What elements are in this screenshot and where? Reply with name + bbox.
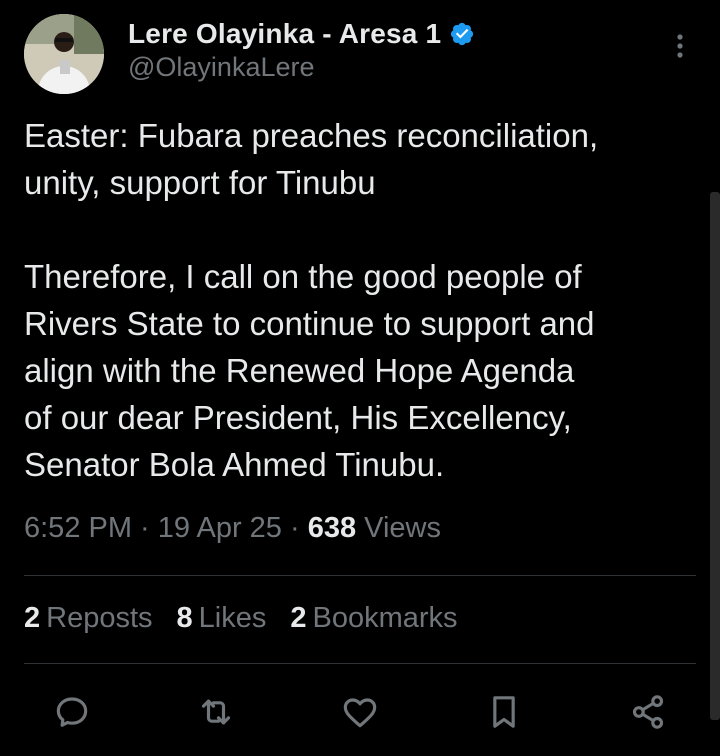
reposts-label: Reposts (46, 602, 153, 634)
bookmarks-count: 2 (290, 602, 307, 634)
meta-separator: · (281, 512, 308, 544)
engagement-stats: 2 Reposts 8 Likes 2 Bookmarks (24, 602, 458, 635)
views-count: 638 (307, 512, 357, 544)
author-handle[interactable]: @OlayinkaLere (128, 52, 315, 83)
meta-separator: · (132, 512, 158, 544)
tweet-paragraph-2: Therefore, I call on the good people of … (24, 258, 595, 483)
tweet-text: Easter: Fubara preaches reconciliation, … (24, 112, 696, 488)
likes-count: 8 (176, 602, 193, 634)
action-bar (0, 690, 720, 734)
verified-badge-icon (451, 22, 474, 46)
share-button[interactable] (626, 690, 670, 734)
views-label: Views (364, 512, 442, 544)
reposts-stat[interactable]: 2 Reposts (24, 602, 153, 635)
tweet-paragraph-1: Easter: Fubara preaches reconciliation, … (24, 117, 599, 201)
bookmarks-stat[interactable]: 2 Bookmarks (290, 602, 457, 635)
divider (24, 575, 696, 576)
bookmark-icon (493, 696, 515, 728)
avatar[interactable] (24, 14, 104, 94)
divider (24, 663, 696, 664)
tweet-time[interactable]: 6:52 PM (24, 512, 132, 544)
scrollbar[interactable] (710, 192, 720, 720)
reply-button[interactable] (50, 690, 94, 734)
author-name-row[interactable]: Lere Olayinka - Aresa 1 (128, 16, 475, 52)
author-display-name[interactable]: Lere Olayinka - Aresa 1 (128, 18, 441, 50)
share-icon (632, 695, 664, 729)
repost-button[interactable] (194, 690, 238, 734)
reply-icon (56, 697, 88, 727)
more-options-button[interactable] (664, 30, 696, 62)
bookmark-button[interactable] (482, 690, 526, 734)
reposts-count: 2 (24, 602, 41, 634)
like-icon (343, 698, 377, 728)
tweet-meta: 6:52 PM · 19 Apr 25 · 638 Views (24, 512, 441, 545)
bookmarks-label: Bookmarks (312, 602, 458, 634)
avatar-image (24, 14, 104, 94)
tweet-date[interactable]: 19 Apr 25 (158, 512, 282, 544)
likes-label: Likes (198, 602, 267, 634)
like-button[interactable] (338, 690, 382, 734)
more-vertical-icon (677, 34, 683, 58)
likes-stat[interactable]: 8 Likes (177, 602, 267, 635)
repost-icon (201, 699, 231, 725)
